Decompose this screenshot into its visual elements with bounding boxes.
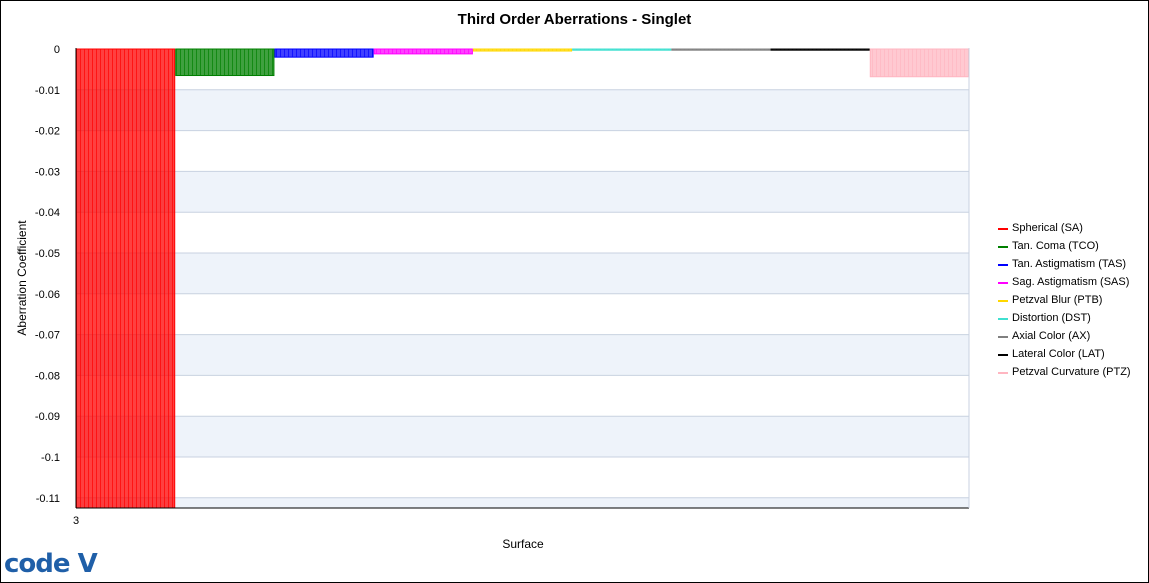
legend-swatch xyxy=(998,372,1008,374)
grid-band xyxy=(76,375,969,417)
plot-area: 0 -0.01 -0.02 -0.03 -0.04 -0.05 -0.06 -0.07 -0.0… xyxy=(35,44,970,527)
legend-label: Lateral Color (LAT) xyxy=(1012,348,1105,360)
y-tick-label: -0.08 xyxy=(35,370,60,382)
legend-label: Spherical (SA) xyxy=(1012,222,1083,234)
y-tick-label: -0.06 xyxy=(35,289,60,301)
legend-label: Axial Color (AX) xyxy=(1012,330,1091,342)
legend-swatch xyxy=(998,246,1008,248)
bar-8 xyxy=(869,48,969,78)
bar-7 xyxy=(770,48,870,51)
y-tick-label: -0.11 xyxy=(36,493,60,505)
grid-band xyxy=(76,171,969,213)
grid-band xyxy=(76,293,969,335)
grid-band xyxy=(76,89,969,131)
y-tick-label: -0.1 xyxy=(41,452,60,464)
legend-swatch xyxy=(998,300,1008,302)
bar-0 xyxy=(76,48,176,509)
grid-band xyxy=(76,212,969,253)
legend-label: Sag. Astigmatism (SAS) xyxy=(1012,276,1130,288)
legend-swatch xyxy=(998,264,1008,266)
bar-3 xyxy=(373,48,473,55)
legend-label: Distortion (DST) xyxy=(1012,312,1091,324)
legend-label: Petzval Curvature (PTZ) xyxy=(1012,366,1131,378)
bar-5 xyxy=(572,48,672,51)
y-tick-label: -0.05 xyxy=(35,248,60,260)
y-tick-label: 0 xyxy=(54,44,60,56)
legend-label: Petzval Blur (PTB) xyxy=(1012,294,1103,306)
x-tick-label: 3 xyxy=(73,515,79,527)
grid-band xyxy=(76,416,969,457)
codev-logo: code V xyxy=(4,549,98,579)
y-tick-label: -0.04 xyxy=(35,207,60,219)
bar-2 xyxy=(274,48,374,58)
legend-label: Tan. Coma (TCO) xyxy=(1012,240,1099,252)
bar-4 xyxy=(472,48,573,52)
bar-1 xyxy=(175,48,275,77)
y-tick-label: -0.09 xyxy=(35,411,60,423)
legend-label: Tan. Astigmatism (TAS) xyxy=(1012,258,1127,270)
legend-swatch xyxy=(998,282,1008,284)
y-tick-label: -0.01 xyxy=(35,85,60,97)
y-tick-label: -0.02 xyxy=(35,126,60,138)
grid-band xyxy=(76,457,969,498)
legend-swatch xyxy=(998,228,1008,230)
grid-band xyxy=(76,334,969,376)
y-tick-label: -0.07 xyxy=(35,330,60,342)
legend-swatch xyxy=(998,354,1008,356)
grid-band xyxy=(76,130,969,172)
grid-band xyxy=(76,253,969,294)
grid-band xyxy=(76,497,969,508)
y-tick-label: -0.03 xyxy=(35,166,60,178)
legend-swatch xyxy=(998,336,1008,338)
bar-6 xyxy=(671,48,771,51)
legend-swatch xyxy=(998,318,1008,320)
